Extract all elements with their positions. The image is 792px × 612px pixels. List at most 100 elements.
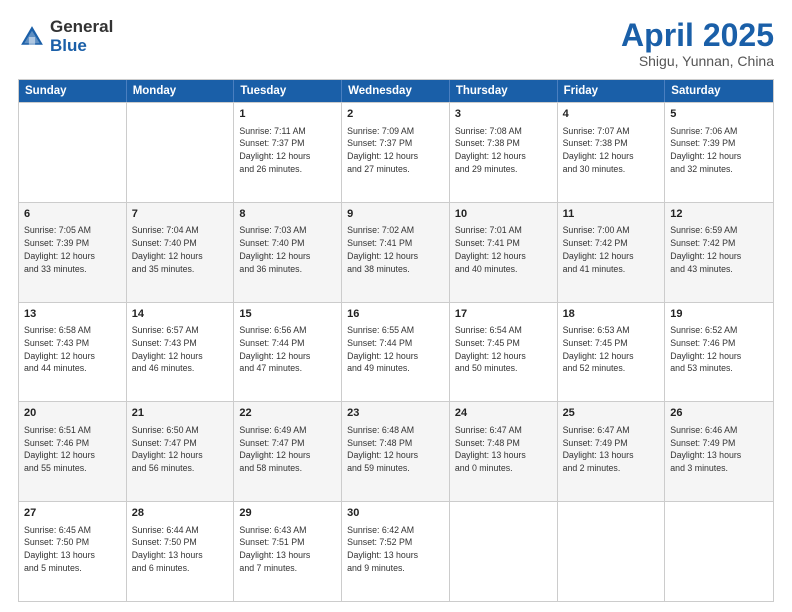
- calendar-cell: 6 Sunrise: 7:05 AM Sunset: 7:39 PM Daylig…: [19, 203, 127, 302]
- calendar-cell: 17Sunrise: 6:54 AM Sunset: 7:45 PM Dayli…: [450, 303, 558, 402]
- calendar-row-0: 1 Sunrise: 7:11 AM Sunset: 7:37 PM Daylig…: [19, 102, 773, 202]
- cell-info: Sunrise: 6:59 AM Sunset: 7:42 PM Dayligh…: [670, 224, 768, 275]
- day-number: 13: [24, 307, 121, 322]
- calendar-cell: 15 Sunrise: 6:56 AM Sunset: 7:44 PM Dayli…: [234, 303, 342, 402]
- header-day-saturday: Saturday: [665, 80, 773, 102]
- cell-info: Sunrise: 6:51 AM Sunset: 7:46 PM Dayligh…: [24, 424, 121, 475]
- logo-blue: Blue: [50, 37, 113, 56]
- header-day-friday: Friday: [558, 80, 666, 102]
- calendar-cell: 19Sunrise: 6:52 AM Sunset: 7:46 PM Dayli…: [665, 303, 773, 402]
- calendar-cell: 22 Sunrise: 6:49 AM Sunset: 7:47 PM Dayli…: [234, 402, 342, 501]
- day-number: 23: [347, 406, 444, 421]
- day-number: 21: [132, 406, 229, 421]
- header-day-thursday: Thursday: [450, 80, 558, 102]
- header-day-monday: Monday: [127, 80, 235, 102]
- calendar-cell: 18 Sunrise: 6:53 AM Sunset: 7:45 PM Dayli…: [558, 303, 666, 402]
- calendar-cell: 29 Sunrise: 6:43 AM Sunset: 7:51 PM Dayli…: [234, 502, 342, 601]
- calendar-cell: 27Sunrise: 6:45 AM Sunset: 7:50 PM Dayli…: [19, 502, 127, 601]
- cell-info: Sunrise: 7:11 AM Sunset: 7:37 PM Dayligh…: [239, 125, 336, 176]
- cell-info: Sunrise: 6:57 AM Sunset: 7:43 PM Dayligh…: [132, 324, 229, 375]
- cell-info: Sunrise: 6:46 AM Sunset: 7:49 PM Dayligh…: [670, 424, 768, 475]
- header: General Blue April 2025 Shigu, Yunnan, C…: [18, 18, 774, 69]
- calendar-cell: [558, 502, 666, 601]
- cell-info: Sunrise: 6:47 AM Sunset: 7:49 PM Dayligh…: [563, 424, 660, 475]
- cell-info: Sunrise: 7:01 AM Sunset: 7:41 PM Dayligh…: [455, 224, 552, 275]
- day-number: 15: [239, 307, 336, 322]
- cell-info: Sunrise: 7:04 AM Sunset: 7:40 PM Dayligh…: [132, 224, 229, 275]
- calendar-cell: 16 Sunrise: 6:55 AM Sunset: 7:44 PM Dayli…: [342, 303, 450, 402]
- logo-text: General Blue: [50, 18, 113, 55]
- day-number: 3: [455, 107, 552, 122]
- calendar-cell: 25 Sunrise: 6:47 AM Sunset: 7:49 PM Dayli…: [558, 402, 666, 501]
- calendar-row-4: 27Sunrise: 6:45 AM Sunset: 7:50 PM Dayli…: [19, 501, 773, 601]
- day-number: 28: [132, 506, 229, 521]
- calendar-body: 1 Sunrise: 7:11 AM Sunset: 7:37 PM Daylig…: [19, 102, 773, 601]
- title-location: Shigu, Yunnan, China: [621, 53, 774, 69]
- cell-info: Sunrise: 7:07 AM Sunset: 7:38 PM Dayligh…: [563, 125, 660, 176]
- calendar-cell: [450, 502, 558, 601]
- calendar-cell: 23 Sunrise: 6:48 AM Sunset: 7:48 PM Dayli…: [342, 402, 450, 501]
- calendar-cell: 5Sunrise: 7:06 AM Sunset: 7:39 PM Daylig…: [665, 103, 773, 202]
- calendar-cell: [127, 103, 235, 202]
- cell-info: Sunrise: 7:05 AM Sunset: 7:39 PM Dayligh…: [24, 224, 121, 275]
- day-number: 1: [239, 107, 336, 122]
- calendar-cell: 7Sunrise: 7:04 AM Sunset: 7:40 PM Daylig…: [127, 203, 235, 302]
- calendar-cell: 28 Sunrise: 6:44 AM Sunset: 7:50 PM Dayli…: [127, 502, 235, 601]
- calendar-cell: 12 Sunrise: 6:59 AM Sunset: 7:42 PM Dayli…: [665, 203, 773, 302]
- calendar-cell: 4 Sunrise: 7:07 AM Sunset: 7:38 PM Daylig…: [558, 103, 666, 202]
- calendar-cell: 3 Sunrise: 7:08 AM Sunset: 7:38 PM Daylig…: [450, 103, 558, 202]
- day-number: 20: [24, 406, 121, 421]
- day-number: 16: [347, 307, 444, 322]
- day-number: 18: [563, 307, 660, 322]
- calendar-cell: 30 Sunrise: 6:42 AM Sunset: 7:52 PM Dayli…: [342, 502, 450, 601]
- cell-info: Sunrise: 6:54 AM Sunset: 7:45 PM Dayligh…: [455, 324, 552, 375]
- calendar-cell: 11Sunrise: 7:00 AM Sunset: 7:42 PM Dayli…: [558, 203, 666, 302]
- calendar-cell: 20 Sunrise: 6:51 AM Sunset: 7:46 PM Dayli…: [19, 402, 127, 501]
- cell-info: Sunrise: 6:58 AM Sunset: 7:43 PM Dayligh…: [24, 324, 121, 375]
- calendar-cell: 10 Sunrise: 7:01 AM Sunset: 7:41 PM Dayli…: [450, 203, 558, 302]
- day-number: 6: [24, 207, 121, 222]
- day-number: 4: [563, 107, 660, 122]
- calendar-cell: [665, 502, 773, 601]
- calendar-row-3: 20 Sunrise: 6:51 AM Sunset: 7:46 PM Dayli…: [19, 401, 773, 501]
- day-number: 5: [670, 107, 768, 122]
- header-day-wednesday: Wednesday: [342, 80, 450, 102]
- day-number: 24: [455, 406, 552, 421]
- cell-info: Sunrise: 6:53 AM Sunset: 7:45 PM Dayligh…: [563, 324, 660, 375]
- cell-info: Sunrise: 6:43 AM Sunset: 7:51 PM Dayligh…: [239, 524, 336, 575]
- title-block: April 2025 Shigu, Yunnan, China: [621, 18, 774, 69]
- day-number: 30: [347, 506, 444, 521]
- calendar: SundayMondayTuesdayWednesdayThursdayFrid…: [18, 79, 774, 602]
- cell-info: Sunrise: 6:50 AM Sunset: 7:47 PM Dayligh…: [132, 424, 229, 475]
- calendar-cell: 21 Sunrise: 6:50 AM Sunset: 7:47 PM Dayli…: [127, 402, 235, 501]
- cell-info: Sunrise: 7:08 AM Sunset: 7:38 PM Dayligh…: [455, 125, 552, 176]
- calendar-cell: 13 Sunrise: 6:58 AM Sunset: 7:43 PM Dayli…: [19, 303, 127, 402]
- day-number: 11: [563, 207, 660, 222]
- title-month: April 2025: [621, 18, 774, 53]
- logo: General Blue: [18, 18, 113, 55]
- cell-info: Sunrise: 6:52 AM Sunset: 7:46 PM Dayligh…: [670, 324, 768, 375]
- day-number: 9: [347, 207, 444, 222]
- cell-info: Sunrise: 6:47 AM Sunset: 7:48 PM Dayligh…: [455, 424, 552, 475]
- day-number: 10: [455, 207, 552, 222]
- cell-info: Sunrise: 6:44 AM Sunset: 7:50 PM Dayligh…: [132, 524, 229, 575]
- day-number: 27: [24, 506, 121, 521]
- cell-info: Sunrise: 7:03 AM Sunset: 7:40 PM Dayligh…: [239, 224, 336, 275]
- cell-info: Sunrise: 6:48 AM Sunset: 7:48 PM Dayligh…: [347, 424, 444, 475]
- day-number: 25: [563, 406, 660, 421]
- cell-info: Sunrise: 6:56 AM Sunset: 7:44 PM Dayligh…: [239, 324, 336, 375]
- calendar-cell: [19, 103, 127, 202]
- logo-general: General: [50, 18, 113, 37]
- logo-icon: [18, 23, 46, 51]
- cell-info: Sunrise: 6:55 AM Sunset: 7:44 PM Dayligh…: [347, 324, 444, 375]
- day-number: 22: [239, 406, 336, 421]
- calendar-cell: 2Sunrise: 7:09 AM Sunset: 7:37 PM Daylig…: [342, 103, 450, 202]
- cell-info: Sunrise: 7:02 AM Sunset: 7:41 PM Dayligh…: [347, 224, 444, 275]
- cell-info: Sunrise: 6:49 AM Sunset: 7:47 PM Dayligh…: [239, 424, 336, 475]
- cell-info: Sunrise: 6:42 AM Sunset: 7:52 PM Dayligh…: [347, 524, 444, 575]
- page: General Blue April 2025 Shigu, Yunnan, C…: [0, 0, 792, 612]
- calendar-cell: 24 Sunrise: 6:47 AM Sunset: 7:48 PM Dayli…: [450, 402, 558, 501]
- calendar-cell: 26Sunrise: 6:46 AM Sunset: 7:49 PM Dayli…: [665, 402, 773, 501]
- day-number: 29: [239, 506, 336, 521]
- day-number: 12: [670, 207, 768, 222]
